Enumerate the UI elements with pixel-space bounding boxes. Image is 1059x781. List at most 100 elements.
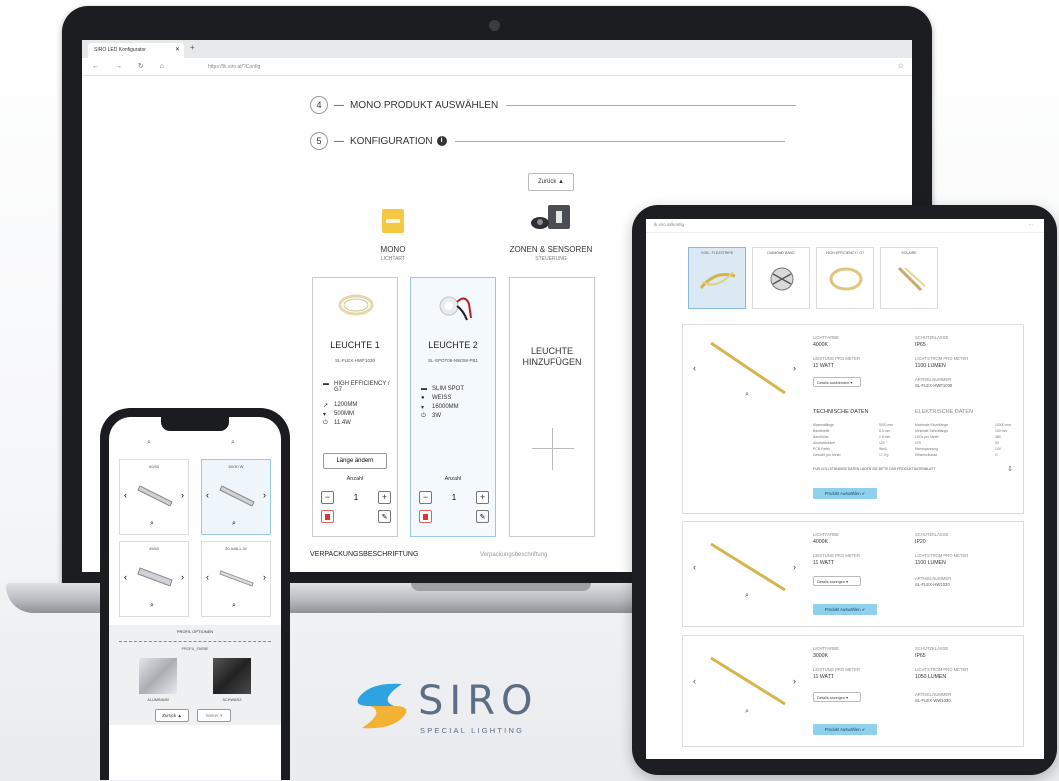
chevron-right-icon[interactable]: › (263, 490, 266, 500)
next-button[interactable]: Weiter ▾ (197, 709, 231, 722)
browser-menu-icon[interactable]: ⋯ (1029, 222, 1037, 228)
browser-tab[interactable]: SIRO LED Konfigurator ✕ (88, 43, 184, 58)
chevron-right-icon[interactable]: › (793, 562, 796, 572)
variant-tile-selected[interactable]: COB - FLEXSTRIPE (688, 247, 746, 309)
zoom-icon[interactable]: ⌕ (150, 602, 154, 610)
product-row[interactable]: ‹ › ⌕ LICHTFARBE 4000K SCHUTZKLASSE IP65… (682, 324, 1024, 514)
strip-icon: ▬ (323, 381, 329, 387)
siro-logo: SIRO SPECIAL LIGHTING (352, 676, 562, 738)
nav-buttons[interactable]: ← → ↻ ⌂ (92, 62, 171, 70)
chevron-right-icon[interactable]: › (181, 490, 184, 500)
quantity-stepper[interactable]: − 1 + (321, 490, 391, 504)
variant-tile[interactable]: SOLAIRE (880, 247, 938, 309)
minus-button[interactable]: − (419, 490, 432, 504)
elec-key: CRI (915, 441, 921, 445)
select-product-button[interactable]: Produkt Auswählen ✔ (813, 724, 877, 735)
variant-tile[interactable]: DIAMOND BAND (752, 247, 810, 309)
zoom-icon[interactable]: ⌕ (232, 602, 236, 610)
quantity-stepper[interactable]: − 1 + (419, 490, 489, 504)
packaging-input[interactable]: Verpackungsbeschriftung (480, 552, 547, 558)
card-actions: ✎ (321, 510, 391, 523)
zoom-icon[interactable]: ⌕ (745, 592, 749, 600)
address-bar[interactable]: https://lk.siro.at/?Config (202, 61, 892, 73)
zoom-icon[interactable]: ⌕ (150, 520, 154, 528)
tech-value: 17.5 g (879, 453, 889, 457)
details-toggle[interactable]: Details anzeigen ▾ (813, 692, 861, 702)
profile-tile[interactable]: 30-WALL-W ‹ › ⌕ (201, 541, 271, 617)
electrical-data-title: ELEKTRISCHE DATEN (915, 409, 973, 415)
product-card[interactable]: LEUCHTE 1 SL-FLEX-HWF1030 ▬ HIGH EFFICIEN… (312, 277, 398, 537)
drop-icon: ● (421, 395, 425, 401)
zoom-icon[interactable]: ⌕ (745, 708, 749, 716)
chevron-left-icon[interactable]: ‹ (124, 572, 127, 582)
variant-tile[interactable]: HIGH EFFICIENCY / G7 (816, 247, 874, 309)
profile-image (137, 567, 173, 587)
length-icon: ↗ (323, 403, 329, 409)
chevron-right-icon[interactable]: › (793, 363, 796, 373)
download-icon[interactable]: ⇩ (1007, 465, 1013, 473)
plus-button[interactable]: + (377, 490, 391, 504)
select-product-button[interactable]: Produkt Auswählen ✔ (813, 488, 877, 499)
cob-strip-image (699, 271, 736, 289)
chevron-right-icon[interactable]: › (793, 676, 796, 686)
elec-key: Nennspannung (915, 447, 939, 451)
back-button[interactable]: Zurück ▲ (155, 709, 189, 722)
tablet-address-bar[interactable]: lk.siro.at/konfig ⋯ (646, 219, 1044, 233)
back-button[interactable]: Zurück ▲ (528, 173, 574, 191)
profile-tile[interactable]: 45/60 ‹ › ⌕ (119, 541, 189, 617)
profile-tile[interactable]: 60/60 ‹ › ⌕ (119, 459, 189, 535)
chevron-left-icon[interactable]: ‹ (693, 562, 696, 572)
add-product-card[interactable]: LEUCHTE HINZUFÜGEN (509, 277, 595, 537)
edit-icon[interactable]: ✎ (378, 510, 391, 523)
sensor-icon[interactable] (530, 203, 574, 240)
chevron-left-icon[interactable]: ‹ (124, 490, 127, 500)
product-row[interactable]: ‹ › ⌕ LICHTFARBE 4000K SCHUTZKLASSE IP20… (682, 521, 1024, 627)
minus-button[interactable]: − (321, 490, 334, 504)
delete-icon[interactable] (321, 510, 334, 523)
variant-name: HIGH EFFICIENCY / G7 (825, 251, 865, 255)
article-label: ARTIKELNUMMER (915, 692, 952, 697)
aluminium-swatch[interactable] (139, 658, 177, 694)
elec-value: 10000 mm (995, 423, 1012, 427)
chevron-right-icon[interactable]: › (263, 572, 266, 582)
chevron-left-icon[interactable]: ‹ (206, 490, 209, 500)
chevron-right-icon[interactable]: › (181, 572, 184, 582)
type-subtitle: LICHTART (381, 256, 405, 262)
black-swatch[interactable] (213, 658, 251, 694)
select-product-button[interactable]: Produkt Auswählen ✔ (813, 604, 877, 615)
delete-icon[interactable] (419, 510, 432, 523)
zoom-icon[interactable]: ⌕ (231, 439, 235, 447)
strip-icon: ▬ (421, 386, 427, 392)
tablet-screen: lk.siro.at/konfig ⋯ COB - FLEXSTRIPE DIA… (646, 219, 1044, 759)
step-5[interactable]: 5 — KONFIGURATION i (310, 132, 785, 150)
details-toggle[interactable]: Details anzeigen ▾ (813, 576, 861, 586)
zoom-icon[interactable]: ⌕ (745, 391, 749, 399)
plus-icon[interactable] (532, 428, 574, 470)
profile-name: 45/60 (148, 546, 159, 551)
close-icon[interactable]: ✕ (175, 46, 180, 53)
details-toggle[interactable]: Details ausblenden ▾ (813, 377, 861, 387)
lamp-icon[interactable] (381, 208, 405, 239)
star-icon[interactable]: ☆ (898, 62, 904, 70)
spec-power: ⏻ 11.4W (323, 420, 351, 427)
zoom-icon[interactable]: ⌕ (147, 439, 151, 447)
info-icon[interactable]: i (436, 136, 447, 146)
chevron-left-icon[interactable]: ‹ (693, 363, 696, 373)
product-card-selected[interactable]: LEUCHTE 2 SL-SPOT06-NW3W-PB1 ▬ SLIM SPOT … (410, 277, 496, 537)
color-temp-label: LICHTFARBE (813, 532, 839, 537)
step-4[interactable]: 4 — MONO PRODUKT AUSWÄHLEN (310, 96, 797, 114)
lumen-value: 1100 LUMEN (915, 560, 946, 566)
plus-button[interactable]: + (475, 490, 489, 504)
spec-value: 16000MM (432, 404, 459, 410)
swatch-label: SCHWARZ (222, 698, 242, 702)
product-row[interactable]: ‹ › ⌕ LICHTFARBE 3000K SCHUTZKLASSE IP65… (682, 635, 1024, 747)
chevron-left-icon[interactable]: ‹ (206, 572, 209, 582)
zoom-icon[interactable]: ⌕ (232, 520, 236, 528)
elec-key: Minimale Schnittlänge (915, 429, 949, 433)
chevron-left-icon[interactable]: ‹ (693, 676, 696, 686)
profile-tile-selected[interactable]: 60/30 W ‹ › ⌕ (201, 459, 271, 535)
new-tab-icon[interactable]: + (190, 43, 195, 52)
edit-icon[interactable]: ✎ (476, 510, 489, 523)
change-length-button[interactable]: Länge ändern (323, 453, 387, 469)
datasheet-note: FÜR VOLLSTÄNDIGE DATEN LADEN SIE BITTE D… (813, 467, 936, 471)
